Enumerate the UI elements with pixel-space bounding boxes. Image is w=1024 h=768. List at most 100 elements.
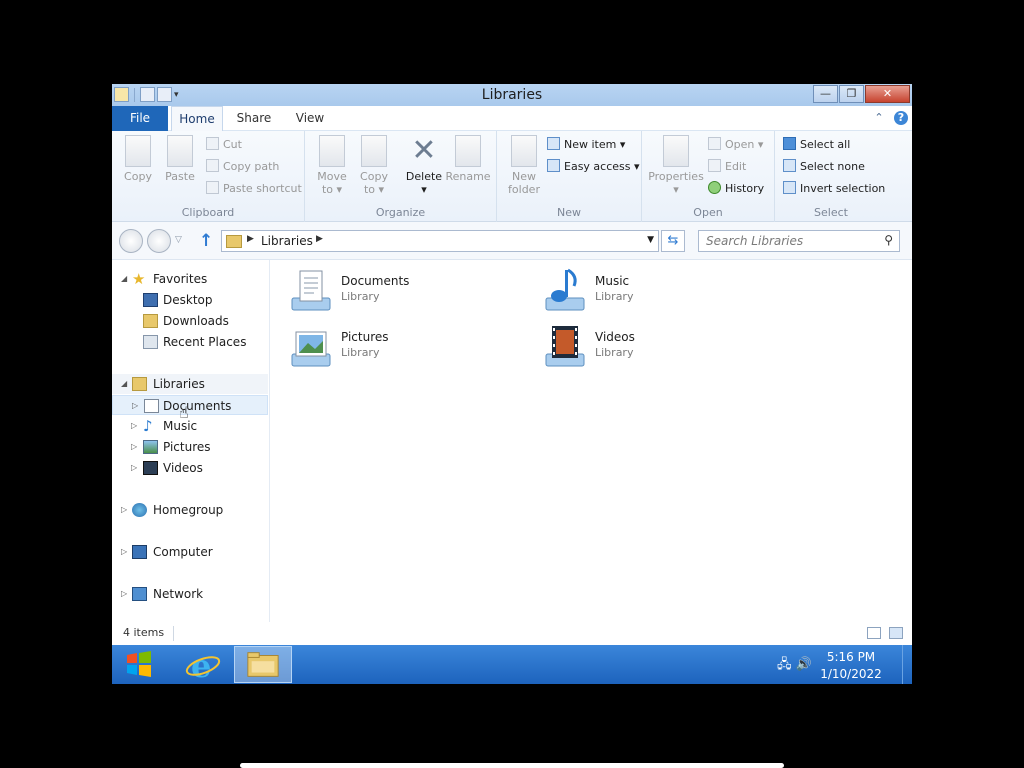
library-music[interactable]: Music Library: [542, 266, 762, 316]
paste-shortcut-button[interactable]: Paste shortcut: [206, 179, 302, 199]
open-button[interactable]: Open ▾: [708, 135, 763, 155]
move-to-button[interactable]: Move to ▾: [311, 135, 353, 196]
expand-icon[interactable]: ▷: [132, 396, 138, 416]
copy-path-button[interactable]: Copy path: [206, 157, 279, 177]
select-all-button[interactable]: Select all: [783, 135, 850, 155]
history-button[interactable]: History: [708, 179, 764, 199]
nav-music[interactable]: ▷ ♪ Music: [112, 416, 268, 436]
expand-icon[interactable]: ▷: [121, 584, 127, 604]
rename-icon: [455, 135, 481, 167]
computer-icon: [132, 545, 147, 559]
nav-favorites[interactable]: ◢ ★ Favorites: [112, 269, 268, 289]
item-count: 4 items: [123, 626, 165, 639]
nav-downloads-label: Downloads: [163, 314, 229, 328]
move-to-label: Move: [317, 170, 347, 183]
nav-computer[interactable]: ▷ Computer: [112, 542, 268, 562]
breadcrumb-arrow-icon[interactable]: ▶: [316, 234, 323, 244]
clock-time[interactable]: 5:16 PM: [816, 650, 886, 664]
recent-locations-icon[interactable]: ▽: [175, 235, 182, 245]
title-bar[interactable]: ▾ Libraries — ❐ ✕: [112, 84, 912, 106]
status-bar: 4 items: [112, 622, 912, 645]
move-to-icon: [319, 135, 345, 167]
address-bar[interactable]: ▶ Libraries ▶ ▼: [221, 230, 659, 252]
open-icon: [708, 137, 721, 150]
copy-button[interactable]: Copy: [117, 135, 159, 183]
nav-videos[interactable]: ▷ Videos: [112, 458, 268, 478]
breadcrumb-arrow-icon[interactable]: ▶: [247, 234, 254, 244]
taskbar-internet-explorer[interactable]: e: [174, 646, 232, 684]
nav-desktop[interactable]: Desktop: [112, 290, 268, 310]
library-videos[interactable]: Videos Library: [542, 322, 762, 372]
library-name: Pictures: [341, 330, 389, 344]
rename-button[interactable]: Rename: [445, 135, 491, 183]
edit-button[interactable]: Edit: [708, 157, 746, 177]
up-arrow-icon[interactable]: ↑: [199, 231, 213, 251]
delete-dropdown-icon[interactable]: ▾: [421, 183, 427, 196]
nav-network-label: Network: [153, 587, 204, 601]
new-folder-button[interactable]: New folder: [503, 135, 545, 196]
library-name: Documents: [341, 274, 410, 288]
easy-access-label: Easy access ▾: [564, 160, 640, 173]
collapse-icon[interactable]: ◢: [121, 374, 127, 394]
show-desktop-button[interactable]: [902, 645, 912, 684]
library-documents[interactable]: Documents Library: [288, 266, 508, 316]
nav-network[interactable]: ▷ Network: [112, 584, 268, 604]
address-dropdown-icon[interactable]: ▼: [647, 235, 654, 245]
invert-selection-button[interactable]: Invert selection: [783, 179, 885, 199]
select-all-label: Select all: [800, 138, 851, 151]
help-icon[interactable]: ?: [894, 111, 908, 125]
nav-downloads[interactable]: Downloads: [112, 311, 268, 331]
taskbar-file-explorer[interactable]: [234, 646, 292, 683]
cut-label: Cut: [223, 138, 242, 151]
forward-button[interactable]: [147, 229, 171, 253]
expand-icon[interactable]: ▷: [131, 416, 137, 436]
delete-button[interactable]: ✕ Delete ▾: [403, 135, 445, 197]
collapse-icon[interactable]: ◢: [121, 269, 127, 289]
select-none-button[interactable]: Select none: [783, 157, 865, 177]
easy-access-button[interactable]: Easy access ▾: [547, 157, 640, 177]
expand-icon[interactable]: ▷: [121, 500, 127, 520]
new-item-button[interactable]: New item ▾: [547, 135, 625, 155]
tab-file[interactable]: File: [112, 106, 168, 131]
maximize-button[interactable]: ❐: [839, 85, 864, 103]
details-view-icon[interactable]: [867, 627, 881, 639]
minimize-button[interactable]: —: [813, 85, 838, 103]
tab-view[interactable]: View: [286, 106, 334, 131]
expand-icon[interactable]: ▷: [121, 542, 127, 562]
start-button[interactable]: [124, 649, 154, 679]
breadcrumb-libraries[interactable]: Libraries: [261, 234, 313, 248]
library-pictures[interactable]: Pictures Library: [288, 322, 508, 372]
nav-recent-places[interactable]: Recent Places: [112, 332, 268, 352]
network-and-volume-icons[interactable]: 🖧 🔊: [777, 655, 812, 677]
copy-to-button[interactable]: Copy to ▾: [353, 135, 395, 196]
expand-icon[interactable]: ▷: [131, 458, 137, 478]
library-type: Library: [595, 346, 634, 359]
properties-dropdown-icon[interactable]: ▾: [673, 183, 679, 196]
cut-button[interactable]: Cut: [206, 135, 242, 155]
nav-homegroup-label: Homegroup: [153, 503, 224, 517]
search-input[interactable]: [706, 234, 876, 248]
nav-documents[interactable]: ▷ Documents: [112, 395, 268, 415]
close-button[interactable]: ✕: [865, 85, 910, 103]
nav-libraries[interactable]: ◢ Libraries: [112, 374, 268, 394]
delete-label: Delete: [405, 170, 443, 183]
clock-date[interactable]: 1/10/2022: [816, 667, 886, 681]
new-group: New folder New item ▾ Easy access ▾ New: [497, 131, 642, 222]
nav-homegroup[interactable]: ▷ Homegroup: [112, 500, 268, 520]
search-icon[interactable]: ⚲: [884, 233, 893, 247]
tab-home[interactable]: Home: [171, 106, 223, 131]
nav-pictures[interactable]: ▷ Pictures: [112, 437, 268, 457]
documents-icon: [144, 399, 159, 413]
back-button[interactable]: [119, 229, 143, 253]
search-box[interactable]: ⚲: [698, 230, 900, 252]
minimize-ribbon-icon[interactable]: ⌃: [872, 111, 886, 125]
paste-button[interactable]: Paste: [159, 135, 201, 183]
expand-icon[interactable]: ▷: [131, 437, 137, 457]
tab-share[interactable]: Share: [230, 106, 278, 131]
properties-button[interactable]: Properties ▾: [648, 135, 704, 196]
refresh-icon[interactable]: ⇆: [661, 230, 685, 252]
ribbon: Copy Paste Cut Copy path Paste shortcut …: [112, 131, 912, 222]
status-divider: [173, 626, 174, 641]
select-group-label: Select: [814, 206, 848, 219]
large-icons-view-icon[interactable]: [889, 627, 903, 639]
